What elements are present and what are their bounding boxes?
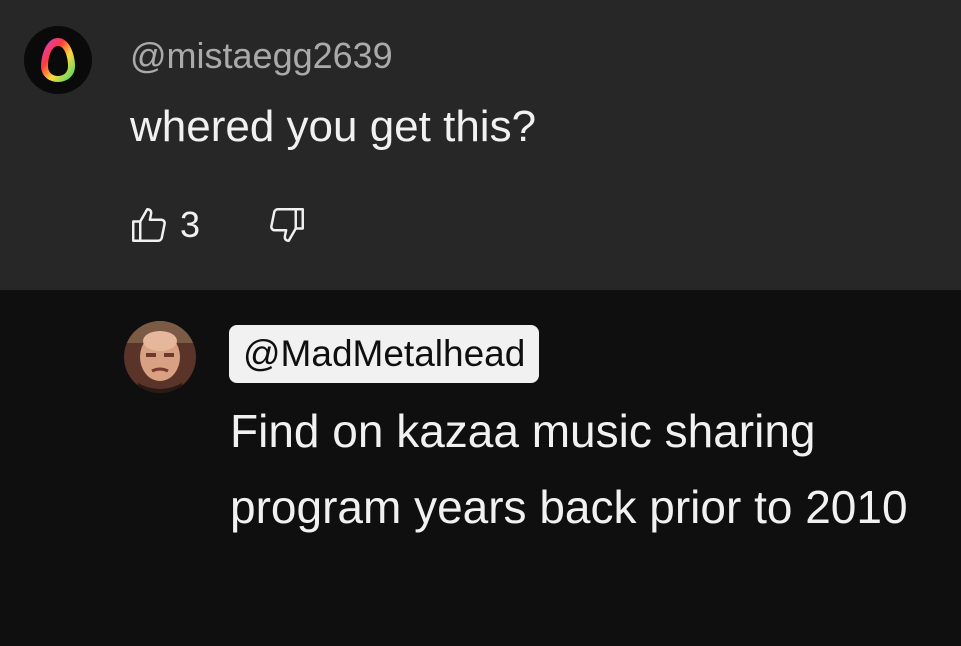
thumbs-up-icon xyxy=(132,208,166,242)
avatar[interactable] xyxy=(124,321,196,393)
like-count: 3 xyxy=(180,204,201,245)
egg-icon xyxy=(41,38,75,82)
avatar[interactable] xyxy=(24,26,92,94)
user-photo xyxy=(124,321,196,393)
comment-text: whered you get this? xyxy=(130,102,537,151)
reply-text: Find on kazaa music sharing program year… xyxy=(230,405,908,533)
thumbs-down-icon xyxy=(270,208,305,242)
like-button[interactable]: 3 xyxy=(128,204,200,246)
dislike-button[interactable] xyxy=(266,204,308,246)
reply-author-chip[interactable]: @MadMetalhead xyxy=(229,325,540,383)
comment-actions: 3 xyxy=(128,200,308,250)
comment-author[interactable]: @mistaegg2639 xyxy=(130,34,393,78)
comment-card: @mistaegg2639 whered you get this? 3 xyxy=(0,0,961,290)
